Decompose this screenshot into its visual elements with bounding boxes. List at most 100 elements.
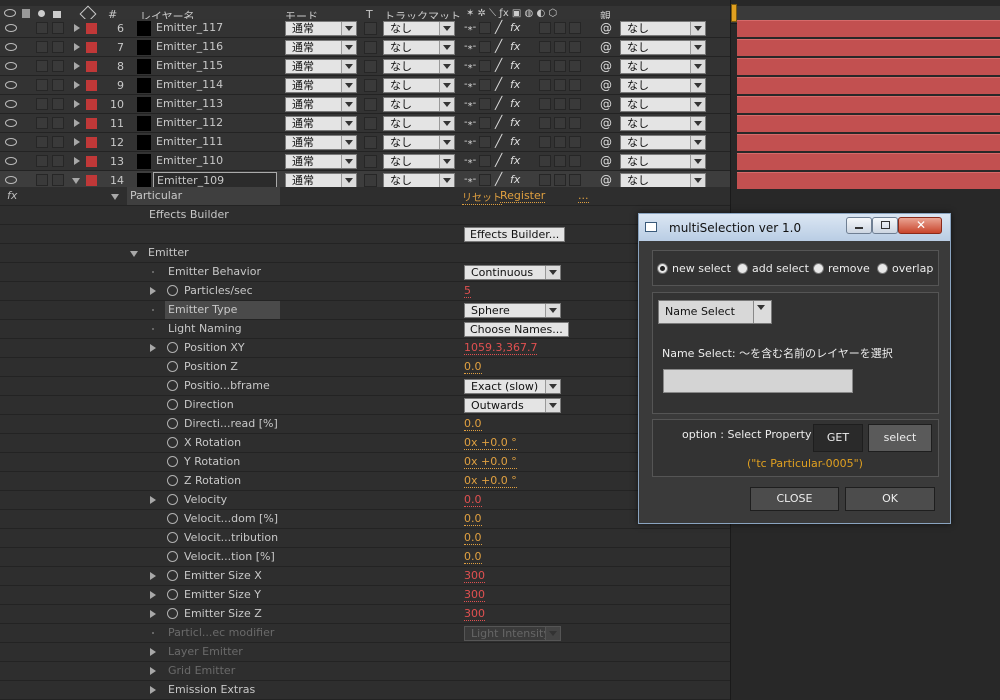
property-row[interactable]: Particl...ec modifier Light Intensity <box>0 624 730 643</box>
property-row[interactable]: Emitter Size X 300 <box>0 567 730 586</box>
parent-dropdown[interactable]: なし <box>620 78 706 93</box>
property-value[interactable]: 0.0 <box>464 551 482 564</box>
property-dropdown[interactable]: Outwards <box>464 398 561 413</box>
quality-icon[interactable]: ╱ <box>495 20 502 34</box>
eye-icon[interactable] <box>5 43 17 51</box>
layer-row[interactable]: 8 Emitter_115 通常 なし -⁎- ╱ fx @ なし <box>0 57 730 76</box>
collapse-toggle[interactable] <box>479 41 491 53</box>
maximize-button[interactable] <box>872 217 898 234</box>
layer-name[interactable]: Emitter_117 <box>153 20 277 36</box>
fx-icon[interactable]: fx <box>510 135 520 148</box>
layer-duration-bar[interactable] <box>737 20 1000 37</box>
property-row[interactable]: Velocit...tribution 0.0 <box>0 529 730 548</box>
parent-dropdown[interactable]: なし <box>620 135 706 150</box>
adjustment-toggle[interactable] <box>554 155 566 167</box>
preserve-transparency-toggle[interactable] <box>364 155 377 168</box>
ok-button[interactable]: OK <box>845 487 935 511</box>
quality-icon[interactable]: ╱ <box>495 96 502 110</box>
fx-icon[interactable]: fx <box>510 97 520 110</box>
register-link[interactable]: Register <box>500 189 546 203</box>
property-row[interactable]: Emitter Size Z 300 <box>0 605 730 624</box>
property-row[interactable]: Velocit...dom [%] 0.0 <box>0 510 730 529</box>
quality-icon[interactable]: ╱ <box>495 134 502 148</box>
quality-icon[interactable]: ╱ <box>495 153 502 167</box>
label-color-swatch[interactable] <box>86 99 97 110</box>
pickwhip-icon[interactable]: @ <box>600 116 612 130</box>
3d-layer-toggle[interactable] <box>569 155 581 167</box>
trackmatte-dropdown[interactable]: なし <box>383 78 455 93</box>
3d-layer-toggle[interactable] <box>569 22 581 34</box>
property-row[interactable]: Velocity 0.0 <box>0 491 730 510</box>
property-value[interactable]: 0.0 <box>464 418 482 431</box>
property-dropdown[interactable]: Exact (slow) <box>464 379 561 394</box>
property-button[interactable]: Choose Names... <box>464 322 569 337</box>
collapse-toggle[interactable] <box>479 60 491 72</box>
twirl-right-icon[interactable] <box>74 100 80 108</box>
collapse-toggle[interactable] <box>479 136 491 148</box>
mode-dropdown[interactable]: 通常 <box>285 116 357 131</box>
twirl-right-icon[interactable] <box>150 648 156 656</box>
pickwhip-icon[interactable]: @ <box>600 97 612 111</box>
pickwhip-icon[interactable]: @ <box>600 154 612 168</box>
twirl-right-icon[interactable] <box>150 496 156 504</box>
audio-toggle[interactable] <box>36 117 48 129</box>
shy-icon[interactable]: -⁎- <box>464 79 476 90</box>
eye-icon[interactable] <box>5 100 17 108</box>
select-button[interactable]: select <box>868 424 932 452</box>
quality-icon[interactable]: ╱ <box>495 115 502 129</box>
reset-link[interactable]: リセット <box>462 189 502 205</box>
preserve-transparency-toggle[interactable] <box>364 22 377 35</box>
stopwatch-icon[interactable] <box>167 570 178 581</box>
mode-dropdown[interactable]: 通常 <box>285 78 357 93</box>
twirl-right-icon[interactable] <box>150 686 156 694</box>
mode-dropdown[interactable]: 通常 <box>285 21 357 36</box>
property-row[interactable]: Position Z 0.0 <box>0 358 730 377</box>
property-row[interactable]: Emitter <box>0 244 730 263</box>
property-value[interactable]: 0.0 <box>464 513 482 526</box>
parent-dropdown[interactable]: なし <box>620 59 706 74</box>
property-row[interactable]: Effects Builder... <box>0 225 730 244</box>
layer-name[interactable]: Emitter_114 <box>153 77 277 93</box>
solo-toggle[interactable] <box>52 98 64 110</box>
stopwatch-icon[interactable] <box>167 456 178 467</box>
twirl-right-icon[interactable] <box>150 287 156 295</box>
property-value[interactable]: 0.0 <box>464 532 482 545</box>
motion-blur-toggle[interactable] <box>539 174 551 186</box>
mode-dropdown[interactable]: 通常 <box>285 59 357 74</box>
fx-icon[interactable]: fx <box>510 78 520 91</box>
layer-name[interactable]: Emitter_111 <box>153 134 277 150</box>
effect-name[interactable]: Particular <box>127 187 280 205</box>
trackmatte-dropdown[interactable]: なし <box>383 40 455 55</box>
dialog-titlebar[interactable]: multiSelection ver 1.0 ✕ <box>639 214 950 241</box>
property-row[interactable]: Velocit...tion [%] 0.0 <box>0 548 730 567</box>
property-value[interactable]: 0.0 <box>464 361 482 374</box>
label-color-swatch[interactable] <box>86 118 97 129</box>
layer-row[interactable]: 10 Emitter_113 通常 なし -⁎- ╱ fx @ なし <box>0 95 730 114</box>
property-button[interactable]: Effects Builder... <box>464 227 566 242</box>
minimize-button[interactable] <box>846 217 872 234</box>
name-input[interactable] <box>663 369 853 393</box>
trackmatte-dropdown[interactable]: なし <box>383 116 455 131</box>
eye-icon[interactable] <box>5 119 17 127</box>
shy-icon[interactable]: -⁎- <box>464 41 476 52</box>
property-row[interactable]: X Rotation 0x +0.0 ° <box>0 434 730 453</box>
property-row[interactable]: Light Naming Choose Names... <box>0 320 730 339</box>
shy-icon[interactable]: -⁎- <box>464 174 476 185</box>
property-row[interactable]: Effects Builder <box>0 206 730 225</box>
property-row[interactable]: Y Rotation 0x +0.0 ° <box>0 453 730 472</box>
radio-icon[interactable] <box>657 263 668 274</box>
twirl-right-icon[interactable] <box>74 24 80 32</box>
layer-name[interactable]: Emitter_110 <box>153 153 277 169</box>
property-value[interactable]: 300 <box>464 589 485 602</box>
motion-blur-toggle[interactable] <box>539 136 551 148</box>
audio-toggle[interactable] <box>36 22 48 34</box>
eye-icon[interactable] <box>5 81 17 89</box>
property-value[interactable]: 300 <box>464 570 485 583</box>
label-color-swatch[interactable] <box>86 137 97 148</box>
3d-layer-toggle[interactable] <box>569 117 581 129</box>
twirl-right-icon[interactable] <box>150 591 156 599</box>
twirl-right-icon[interactable] <box>150 344 156 352</box>
layer-duration-bar[interactable] <box>737 172 1000 189</box>
layer-duration-bar[interactable] <box>737 115 1000 132</box>
preserve-transparency-toggle[interactable] <box>364 60 377 73</box>
